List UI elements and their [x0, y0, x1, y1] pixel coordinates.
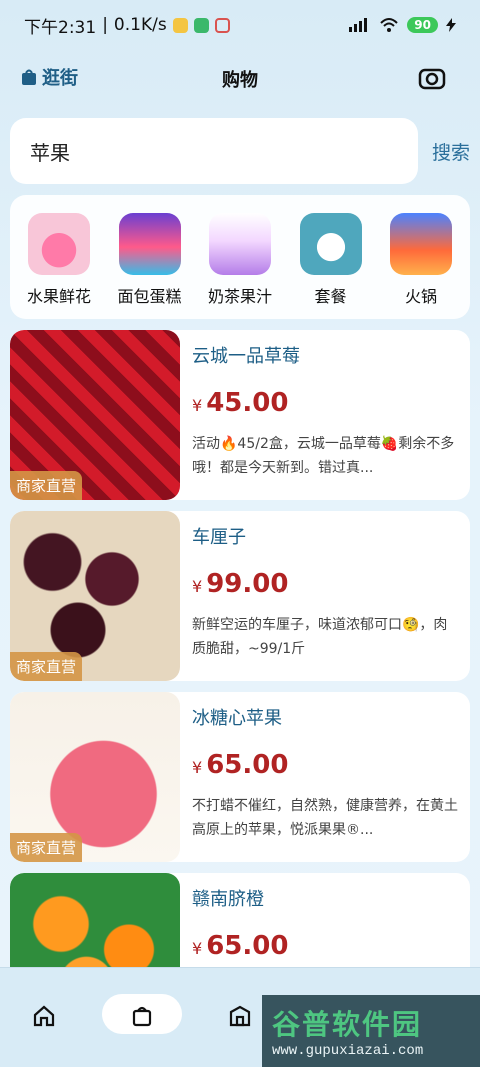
direct-badge: 商家直营 — [10, 833, 83, 862]
product-title: 赣南脐橙 — [192, 889, 264, 910]
category-label: 水果鲜花 — [26, 287, 91, 306]
product-description: 新鲜空运的车厘子，味道浓郁可口🧐，肉质脆甜，~99/1斤 — [192, 617, 448, 657]
search-row: 苹果 搜索 — [10, 118, 470, 184]
category-label: 面包蛋糕 — [117, 287, 182, 306]
product-info: 冰糖心苹果 ¥ 65.00 不打蜡不催红，自然熟，健康营养，在黄土高原上的苹果，… — [192, 704, 460, 842]
price-value: 65.00 — [206, 750, 289, 780]
store-icon — [229, 1005, 251, 1027]
status-bar: 下午2:31 | 0.1K/s 90 — [0, 0, 480, 50]
product-title: 冰糖心苹果 — [192, 708, 282, 729]
product-image-strawberry: 商家直营 — [10, 330, 180, 500]
category-panel: 水果鲜花 面包蛋糕 奶茶果汁 套餐 火锅 — [10, 195, 470, 319]
hotpot-icon — [390, 213, 452, 275]
currency-symbol: ¥ — [192, 939, 203, 958]
watermark-title: 谷普软件园 — [272, 1008, 423, 1041]
product-image-cherry: 商家直营 — [10, 511, 180, 681]
currency-symbol: ¥ — [192, 396, 203, 415]
search-button[interactable]: 搜索 — [432, 138, 470, 165]
apple-icon — [28, 213, 90, 275]
watermark-url: www.gupuxiazai.com — [272, 1043, 424, 1059]
charging-icon — [446, 18, 456, 32]
category-milk-tea[interactable]: 奶茶果汁 — [195, 213, 285, 319]
page-title: 购物 — [222, 70, 258, 91]
status-time: 下午2:31 — [24, 17, 97, 38]
product-info: 赣南脐橙 ¥ 65.00 — [192, 885, 460, 975]
alert-icon — [214, 17, 230, 33]
status-right: 90 — [349, 17, 456, 33]
product-image-apple: 商家直营 — [10, 692, 180, 862]
product-card[interactable]: 商家直营 云城一品草莓 ¥ 45.00 活动🔥45/2盒，云城一品草莓🍓剩余不多… — [10, 330, 470, 500]
currency-symbol: ¥ — [192, 758, 203, 777]
battery-indicator: 90 — [407, 17, 438, 33]
product-list: 商家直营 云城一品草莓 ¥ 45.00 活动🔥45/2盒，云城一品草莓🍓剩余不多… — [10, 330, 470, 1054]
app-icon — [193, 17, 209, 33]
watermark: 谷普软件园 www.gupuxiazai.com — [262, 995, 480, 1067]
product-title: 车厘子 — [192, 527, 246, 548]
product-description: 不打蜡不催红，自然熟，健康营养，在黄土高原上的苹果，悦派果果®... — [192, 798, 458, 838]
category-fruit-flowers[interactable]: 水果鲜花 — [14, 213, 104, 319]
product-info: 车厘子 ¥ 99.00 新鲜空运的车厘子，味道浓郁可口🧐，肉质脆甜，~99/1斤 — [192, 523, 460, 661]
product-price: ¥ 65.00 — [192, 931, 460, 961]
price-value: 99.00 — [206, 569, 289, 599]
direct-badge: 商家直营 — [10, 652, 83, 681]
product-title: 云城一品草莓 — [192, 346, 300, 367]
nav-store[interactable] — [214, 996, 266, 1036]
product-card[interactable]: 商家直营 车厘子 ¥ 99.00 新鲜空运的车厘子，味道浓郁可口🧐，肉质脆甜，~… — [10, 511, 470, 681]
product-description: 活动🔥45/2盒，云城一品草莓🍓剩余不多哦！都是今天新到。错过真... — [192, 436, 455, 476]
search-input[interactable]: 苹果 — [10, 118, 418, 184]
product-price: ¥ 65.00 — [192, 750, 460, 780]
direct-badge: 商家直营 — [10, 471, 83, 500]
home-icon — [33, 1005, 55, 1027]
status-divider: | — [102, 15, 108, 35]
notification-icon — [172, 17, 188, 33]
category-bread-cake[interactable]: 面包蛋糕 — [105, 213, 195, 319]
milk-tea-icon — [209, 213, 271, 275]
camera-button[interactable] — [418, 64, 446, 92]
category-hotpot[interactable]: 火锅 — [376, 213, 466, 319]
price-value: 65.00 — [206, 931, 289, 961]
product-price: ¥ 45.00 — [192, 388, 460, 418]
price-value: 45.00 — [206, 388, 289, 418]
product-info: 云城一品草莓 ¥ 45.00 活动🔥45/2盒，云城一品草莓🍓剩余不多哦！都是今… — [192, 342, 460, 480]
bottom-navigation: 谷普软件园 www.gupuxiazai.com — [0, 967, 480, 1067]
status-left: 下午2:31 | 0.1K/s — [24, 13, 230, 38]
meal-set-icon — [299, 213, 362, 275]
signal-icon — [349, 18, 368, 32]
status-speed: 0.1K/s — [113, 15, 167, 35]
currency-symbol: ¥ — [192, 577, 203, 596]
wifi-icon — [380, 18, 399, 32]
shopping-bag-icon — [132, 1006, 152, 1027]
nav-shop[interactable] — [116, 996, 168, 1036]
nav-home[interactable] — [18, 996, 70, 1036]
category-label: 奶茶果汁 — [207, 287, 272, 306]
category-label: 套餐 — [314, 287, 347, 306]
product-price: ¥ 99.00 — [192, 569, 460, 599]
cake-icon — [118, 213, 181, 275]
category-meal-set[interactable]: 套餐 — [286, 213, 376, 319]
product-card[interactable]: 商家直营 冰糖心苹果 ¥ 65.00 不打蜡不催红，自然熟，健康营养，在黄土高原… — [10, 692, 470, 862]
camera-icon — [418, 68, 446, 90]
category-label: 火锅 — [404, 287, 437, 306]
header: 逛街 购物 — [0, 56, 480, 100]
